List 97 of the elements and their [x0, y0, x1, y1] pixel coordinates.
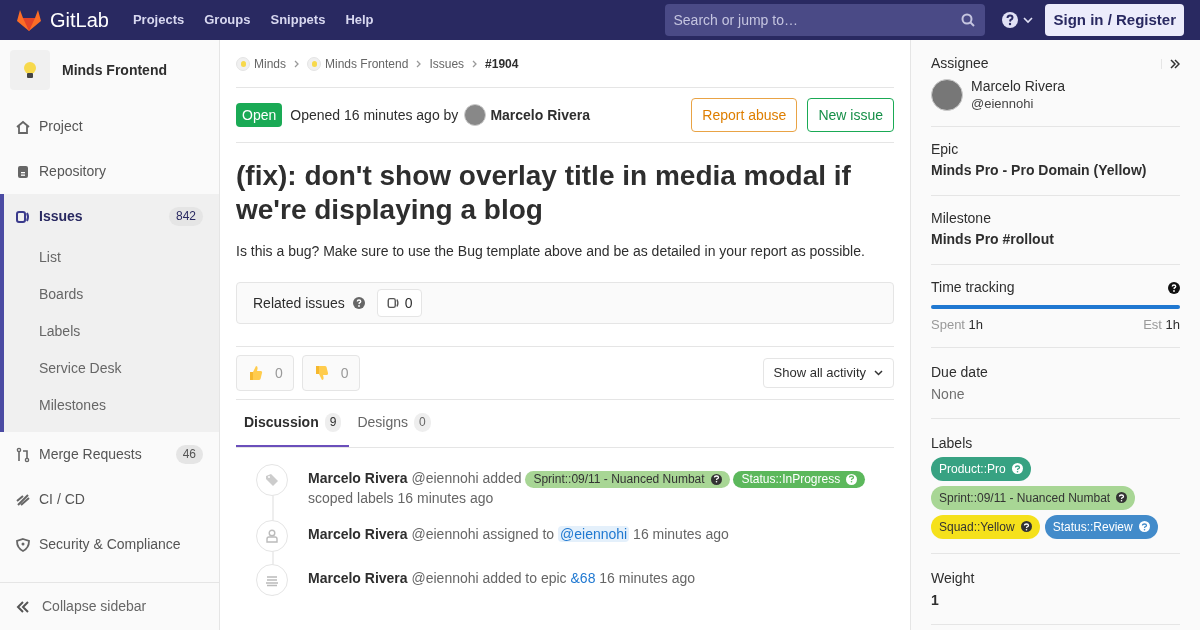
- sidebar-subitem[interactable]: Labels: [4, 313, 219, 350]
- chevron-right-icon: [294, 59, 299, 68]
- section-heading: Weight: [931, 568, 976, 588]
- sidebar-item[interactable]: Security & Compliance: [4, 522, 219, 567]
- sidebar-subitem[interactable]: Boards: [4, 276, 219, 313]
- timestamp: 16 minutes ago: [599, 570, 696, 586]
- label-tag[interactable]: Squad::Yellow: [931, 514, 1040, 539]
- breadcrumb-link[interactable]: Issues: [429, 54, 465, 73]
- user-handle: @eiennohi: [411, 526, 479, 542]
- event-text: added: [482, 470, 522, 486]
- assignee-avatar[interactable]: [931, 79, 963, 111]
- timestamp: 16 minutes ago: [633, 526, 729, 542]
- issues-icon: [15, 208, 31, 225]
- milestone-link[interactable]: Minds Pro #rollout: [931, 228, 1180, 250]
- sign-in-button[interactable]: Sign in / Register: [1045, 4, 1184, 36]
- activity-filter-dropdown[interactable]: Show all activity: [762, 358, 894, 388]
- estimate-text: Est 1h: [1143, 316, 1180, 334]
- weight-value: 1: [931, 590, 940, 610]
- new-issue-button[interactable]: New issue: [807, 98, 894, 132]
- tab[interactable]: Designs 0: [349, 400, 439, 447]
- nav-link[interactable]: Help: [345, 10, 374, 30]
- count-badge: 842: [168, 207, 203, 226]
- brand-name[interactable]: GitLab: [50, 5, 109, 35]
- help-icon[interactable]: [1168, 281, 1180, 294]
- section-heading: Milestone: [931, 209, 992, 228]
- sidebar-subitem[interactable]: List: [4, 239, 219, 276]
- related-issues-count[interactable]: 0: [376, 289, 422, 317]
- sidebar-item[interactable]: Project: [4, 104, 219, 149]
- sidebar-subitem[interactable]: Service Desk: [4, 350, 219, 387]
- author-avatar[interactable]: [464, 104, 487, 126]
- double-chevron-icon: [16, 599, 30, 614]
- issue-title: (fix): don't show overlay title in media modal if we're displaying a blog: [236, 159, 852, 227]
- tab[interactable]: Discussion 9: [236, 400, 350, 447]
- label-tag[interactable]: Status::Review: [1044, 514, 1158, 539]
- expand-icon[interactable]: [1161, 58, 1180, 69]
- section-heading: Epic: [931, 140, 960, 159]
- user-handle: @eiennohi: [411, 570, 479, 586]
- chevron-right-icon: [472, 59, 478, 68]
- chevron-right-icon: [416, 59, 422, 68]
- home-icon: [15, 118, 31, 135]
- sidebar-item[interactable]: Issues 842: [4, 194, 219, 239]
- user-mention-link[interactable]: @eiennohi: [558, 526, 630, 542]
- breadcrumb-link[interactable]: Minds: [236, 54, 286, 73]
- event-text: assigned to: [482, 526, 555, 542]
- user-handle: @eiennohi: [971, 95, 1035, 112]
- search-field[interactable]: Search or jump to…: [665, 4, 986, 36]
- event-text: added to epic: [482, 570, 567, 586]
- issues-icon: [385, 296, 401, 310]
- author-name[interactable]: Marcelo Rivera: [308, 570, 408, 586]
- assignee-name[interactable]: Marcelo Rivera: [971, 78, 1066, 95]
- gitlab-logo-icon[interactable]: [16, 8, 42, 32]
- related-issues-label: Related issues: [253, 293, 345, 313]
- user-handle: @eiennohi: [411, 470, 479, 486]
- issue-description: Is this a bug? Make sure to use the Bug template above and be as detailed in your report as possible.: [236, 242, 866, 261]
- document-icon: [15, 163, 31, 180]
- help-icon[interactable]: [1001, 11, 1020, 29]
- count-badge: 46: [175, 445, 203, 464]
- due-date-value: None: [931, 384, 966, 404]
- sidebar-item[interactable]: Repository: [4, 149, 219, 194]
- timestamp: 16 minutes ago: [397, 490, 494, 506]
- count-badge: 0: [414, 413, 431, 432]
- nav-link[interactable]: Snippets: [270, 10, 326, 30]
- nav-link[interactable]: Projects: [132, 10, 185, 30]
- section-heading: Labels: [931, 433, 974, 453]
- spent-text: Spent 1h: [931, 316, 984, 334]
- breadcrumb-link[interactable]: Minds Frontend: [307, 54, 409, 73]
- thumbs-up-icon: [247, 364, 265, 382]
- lightbulb-icon: [307, 56, 321, 71]
- chevron-down-icon: [874, 370, 883, 376]
- label-tag[interactable]: Sprint::09/11 - Nuanced Numbat: [931, 485, 1136, 510]
- opened-text: Opened 16 minutes ago by: [290, 105, 459, 125]
- section-heading: Due date: [931, 362, 989, 382]
- epic-link[interactable]: &68: [570, 570, 596, 586]
- breadcrumb-link[interactable]: #1904: [485, 54, 519, 73]
- epic-link[interactable]: Minds Pro - Pro Domain (Yellow): [931, 159, 1180, 181]
- chevron-down-icon[interactable]: [1023, 16, 1034, 24]
- help-icon[interactable]: [710, 473, 722, 485]
- status-badge: Open: [236, 103, 283, 127]
- section-heading: Assignee: [931, 54, 989, 73]
- author-name[interactable]: Marcelo Rivera: [308, 526, 408, 542]
- count-badge: 9: [324, 413, 342, 432]
- author-link[interactable]: Marcelo Rivera: [490, 104, 590, 126]
- help-icon[interactable]: [1116, 492, 1128, 503]
- sidebar-item[interactable]: CI / CD: [4, 477, 219, 522]
- label-tag[interactable]: Sprint::09/11 - Nuanced Numbat: [525, 470, 730, 488]
- search-icon: [961, 13, 976, 27]
- sidebar-item[interactable]: Merge Requests 46: [4, 432, 219, 477]
- project-name[interactable]: Minds Frontend: [62, 59, 167, 81]
- event-text: scoped labels: [308, 490, 394, 506]
- author-name[interactable]: Marcelo Rivera: [308, 470, 408, 486]
- shield-icon: [15, 536, 31, 553]
- merge-request-icon: [15, 446, 31, 463]
- section-heading: Time tracking: [931, 278, 1015, 297]
- sidebar-subitem[interactable]: Milestones: [4, 387, 219, 424]
- help-icon[interactable]: [1020, 521, 1032, 532]
- nav-link[interactable]: Groups: [204, 10, 251, 30]
- lightbulb-icon: [236, 56, 250, 71]
